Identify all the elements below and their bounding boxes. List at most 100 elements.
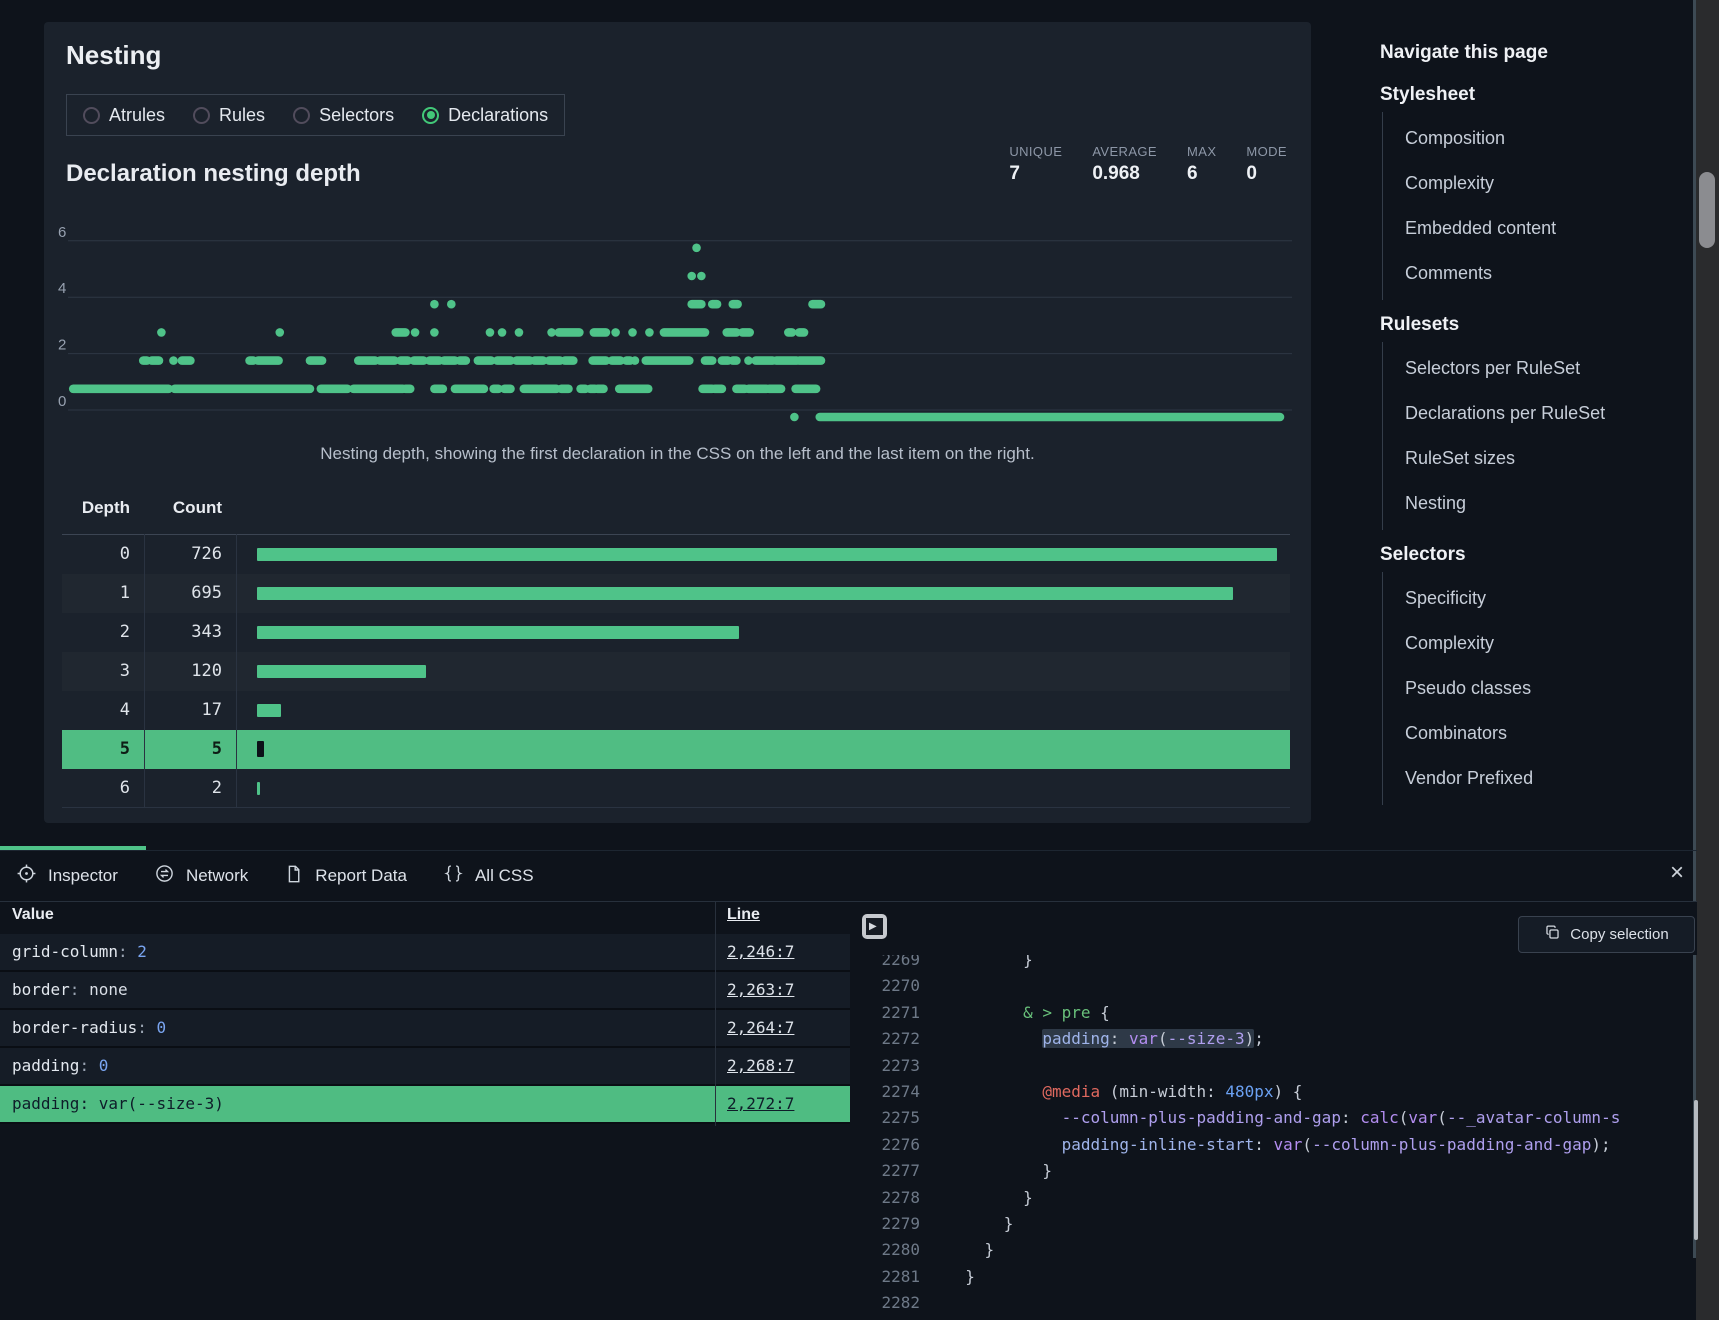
network-icon xyxy=(154,863,175,889)
inspector-row[interactable]: border-radius: 02,264:7 xyxy=(0,1010,850,1048)
nesting-depth-chart: 6420 xyxy=(54,222,1298,436)
line-link[interactable]: 2,268:7 xyxy=(727,1048,794,1084)
inspector-row[interactable]: grid-column: 2 2,246:7 xyxy=(0,934,850,972)
depth-count-table: Depth Count 07261695234331204175562 xyxy=(62,488,1290,808)
sidebar-list: Selectors per RuleSetDeclarations per Ru… xyxy=(1382,342,1680,530)
code-line: 2274 @media (min-width: 480px) { xyxy=(850,1078,1697,1105)
line-link[interactable]: 2,264:7 xyxy=(727,1010,794,1046)
count-cell: 2 xyxy=(144,769,222,808)
code-line: 2280 } xyxy=(850,1236,1697,1263)
tab-inspector[interactable]: Inspector xyxy=(16,863,118,889)
close-panel-button[interactable]: × xyxy=(1662,858,1692,888)
count-cell: 343 xyxy=(144,613,222,652)
table-row[interactable]: 1695 xyxy=(62,574,1290,613)
code-line: 2276 padding-inline-start: var(--column-… xyxy=(850,1131,1697,1158)
table-row[interactable]: 2343 xyxy=(62,613,1290,652)
code-line: 2282 xyxy=(850,1289,1697,1316)
stat-value: 0 xyxy=(1246,163,1287,185)
sidebar-item-comments[interactable]: Comments xyxy=(1383,251,1680,296)
stat-mode: MODE0 xyxy=(1246,144,1287,185)
count-bar xyxy=(257,741,264,757)
radio-option-rules[interactable]: Rules xyxy=(193,105,265,126)
sidebar-heading-rulesets: Rulesets xyxy=(1380,314,1680,336)
inspector-row[interactable]: padding: var(--size-3)2,272:7 xyxy=(0,1086,850,1124)
sidebar-item-nesting[interactable]: Nesting xyxy=(1383,481,1680,526)
stat-value: 6 xyxy=(1187,163,1216,185)
count-bar xyxy=(257,665,426,678)
expand-panel-icon[interactable]: ▶ xyxy=(862,914,887,939)
line-number: 2278 xyxy=(870,1184,920,1211)
sidebar-item-vendor-prefixed[interactable]: Vendor Prefixed xyxy=(1383,756,1680,801)
chart-caption: Nesting depth, showing the first declara… xyxy=(44,444,1311,464)
copy-icon xyxy=(1544,924,1561,945)
inspector-row[interactable]: border: none 2,263:7 xyxy=(0,972,850,1010)
table-row[interactable]: 3120 xyxy=(62,652,1290,691)
code-viewer[interactable]: 2269 }22702271 & > pre {2272 padding: va… xyxy=(850,902,1697,1320)
code-line: 2281 } xyxy=(850,1263,1697,1290)
sidebar-item-embedded-content[interactable]: Embedded content xyxy=(1383,206,1680,251)
radio-option-atrules[interactable]: Atrules xyxy=(83,105,165,126)
sidebar-item-combinators[interactable]: Combinators xyxy=(1383,711,1680,756)
tab-label: Network xyxy=(186,866,248,886)
stat-label: MAX xyxy=(1187,144,1216,159)
sidebar-item-pseudo-classes[interactable]: Pseudo classes xyxy=(1383,666,1680,711)
count-cell: 695 xyxy=(144,574,222,613)
declaration-value: border: none xyxy=(12,972,128,1008)
radio-unselected-icon xyxy=(193,107,210,124)
braces-icon xyxy=(443,863,464,889)
code-line: 2283 &[data-type="grid"] { xyxy=(850,1316,1697,1320)
count-cell: 17 xyxy=(144,691,222,730)
copy-selection-button[interactable]: Copy selection xyxy=(1518,916,1695,953)
column-divider xyxy=(144,534,145,807)
tab-network[interactable]: Network xyxy=(154,863,248,889)
table-row[interactable]: 0726 xyxy=(62,535,1290,574)
count-cell: 5 xyxy=(144,730,222,769)
stat-label: UNIQUE xyxy=(1009,144,1062,159)
code-line: 2273 xyxy=(850,1052,1697,1079)
tab-label: Inspector xyxy=(48,866,118,886)
tab-all-css[interactable]: All CSS xyxy=(443,863,534,889)
code-line: 2272 padding: var(--size-3); xyxy=(850,1025,1697,1052)
table-row[interactable]: 417 xyxy=(62,691,1290,730)
sidebar-item-specificity[interactable]: Specificity xyxy=(1383,576,1680,621)
line-number: 2271 xyxy=(870,999,920,1026)
line-link[interactable]: 2,246:7 xyxy=(727,934,794,970)
sidebar-item-complexity[interactable]: Complexity xyxy=(1383,621,1680,666)
inspector-table-header: Value Line xyxy=(0,902,850,934)
line-column-sort-header[interactable]: Line xyxy=(727,906,760,924)
sidebar-item-complexity[interactable]: Complexity xyxy=(1383,161,1680,206)
table-row[interactable]: 55 xyxy=(62,730,1290,769)
selection-highlight: padding: var(--size-3) xyxy=(1042,1029,1254,1048)
radio-option-label: Selectors xyxy=(319,105,394,126)
radio-option-declarations[interactable]: Declarations xyxy=(422,105,548,126)
table-row[interactable]: 62 xyxy=(62,769,1290,808)
line-link[interactable]: 2,272:7 xyxy=(727,1086,794,1122)
stat-average: AVERAGE0.968 xyxy=(1092,144,1157,185)
page-scrollbar-thumb[interactable] xyxy=(1699,172,1715,248)
radio-selected-icon xyxy=(422,107,439,124)
code-line: 2275 --column-plus-padding-and-gap: calc… xyxy=(850,1104,1697,1131)
sidebar-item-composition[interactable]: Composition xyxy=(1383,116,1680,161)
line-number: 2281 xyxy=(870,1263,920,1290)
svg-text:2: 2 xyxy=(58,337,66,354)
line-link[interactable]: 2,263:7 xyxy=(727,972,794,1008)
column-divider xyxy=(236,534,237,807)
line-number: 2279 xyxy=(870,1210,920,1237)
radio-option-selectors[interactable]: Selectors xyxy=(293,105,394,126)
declaration-value: grid-column: 2 xyxy=(12,934,147,970)
svg-text:0: 0 xyxy=(58,393,66,410)
radio-unselected-icon xyxy=(293,107,310,124)
sidebar-item-declarations-per-ruleset[interactable]: Declarations per RuleSet xyxy=(1383,391,1680,436)
depth-cell: 1 xyxy=(62,574,130,613)
sidebar-item-selectors-per-ruleset[interactable]: Selectors per RuleSet xyxy=(1383,346,1680,391)
inspector-row[interactable]: padding: 0 2,268:7 xyxy=(0,1048,850,1086)
stat-unique: UNIQUE7 xyxy=(1009,144,1062,185)
depth-cell: 5 xyxy=(62,730,130,769)
declaration-value: padding: 0 xyxy=(12,1048,108,1084)
depth-cell: 0 xyxy=(62,535,130,574)
tab-report-data[interactable]: Report Data xyxy=(284,864,407,889)
sidebar-item-ruleset-sizes[interactable]: RuleSet sizes xyxy=(1383,436,1680,481)
count-cell: 120 xyxy=(144,652,222,691)
line-number: 2275 xyxy=(870,1104,920,1131)
radio-option-label: Rules xyxy=(219,105,265,126)
